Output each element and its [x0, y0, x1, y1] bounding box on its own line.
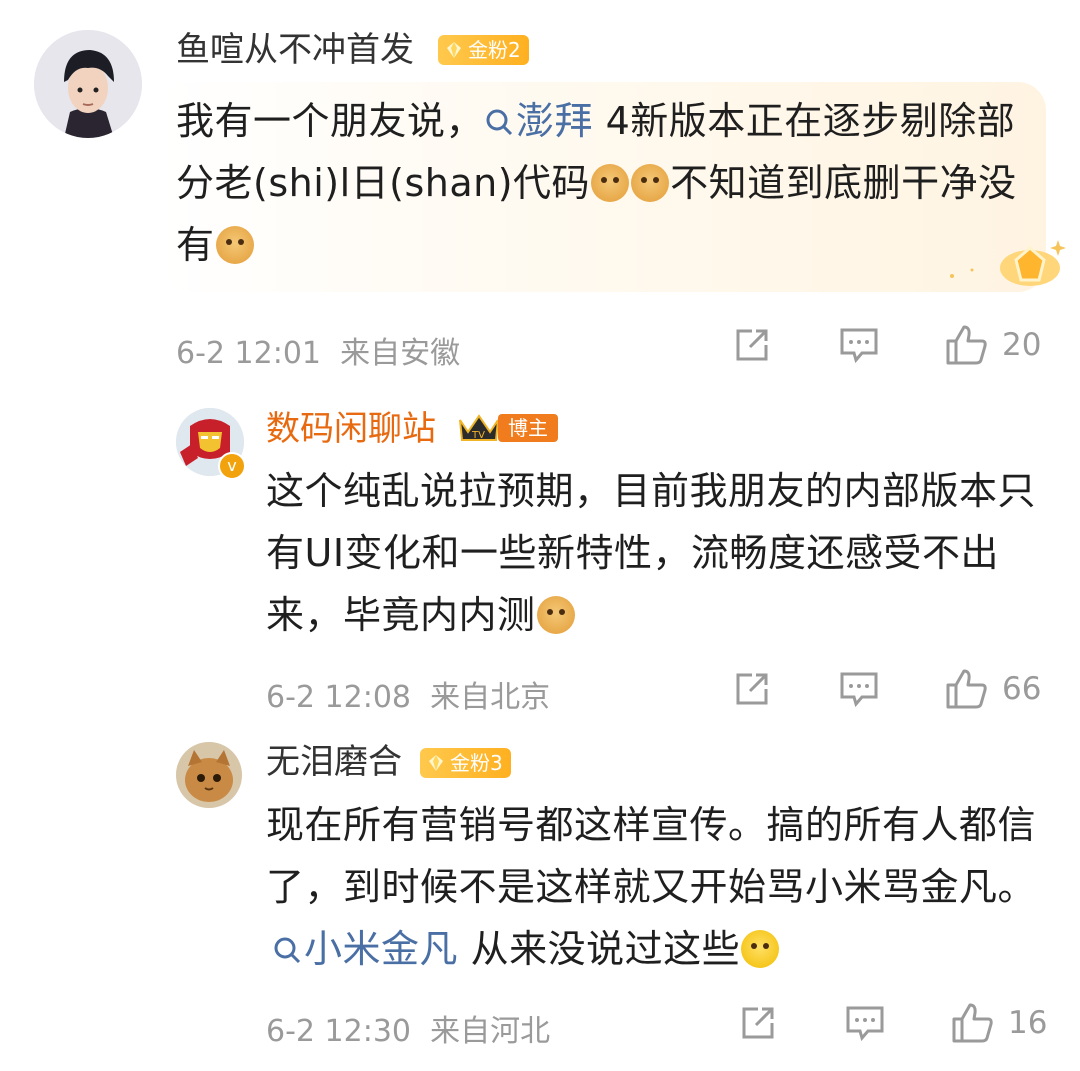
location-text: 来自安徽: [340, 336, 461, 371]
username[interactable]: 数码闲聊站: [266, 409, 436, 449]
timestamp: 6-2 12:01 来自安徽: [176, 328, 460, 372]
comment-text-part: 我有一个朋友说，: [176, 99, 485, 143]
badge-label: 金粉2: [468, 38, 521, 62]
svg-text:TV: TV: [471, 430, 485, 441]
gem-icon: [447, 42, 461, 58]
share-button[interactable]: [738, 1003, 778, 1043]
comment-button[interactable]: [838, 325, 880, 365]
share-button[interactable]: [732, 669, 772, 709]
topic-label: 澎拜: [516, 99, 594, 143]
like-count: 20: [1002, 327, 1042, 363]
comment-button[interactable]: [844, 1003, 886, 1043]
comment-text: 现在所有营销号都这样宣传。搞的所有人都信了，到时候不是这样就又开始骂小米骂金凡。…: [266, 794, 1036, 980]
topic-label: 小米金凡: [304, 927, 459, 971]
thumbs-up-icon: [952, 1003, 993, 1043]
badge-label: 金粉3: [450, 751, 503, 775]
comment-button[interactable]: [838, 669, 880, 709]
like-button[interactable]: 16: [950, 1001, 1047, 1045]
location-text: 来自河北: [430, 1014, 551, 1049]
time-text: 6-2 12:01: [176, 336, 321, 371]
topic-link[interactable]: 小米金凡: [266, 927, 458, 971]
crown-icon: TV: [459, 414, 499, 441]
topic-link[interactable]: 澎拜: [484, 99, 593, 143]
avatar[interactable]: [176, 742, 242, 808]
timestamp: 6-2 12:30 来自河北: [266, 1006, 550, 1050]
comment-text: 这个纯乱说拉预期，目前我朋友的内部版本只有UI变化和一些新特性，流畅度还感受不出…: [266, 460, 1036, 646]
doge-emoji-icon: [631, 164, 670, 202]
fan-badge[interactable]: 金粉3: [420, 748, 511, 778]
username[interactable]: 无泪磨合: [266, 742, 402, 782]
blogger-badge[interactable]: TV 博主: [456, 411, 558, 445]
share-icon: [742, 1007, 774, 1039]
share-icon: [736, 673, 768, 705]
comment-text-part: 从来没说过这些: [458, 927, 741, 971]
like-count: 66: [1002, 671, 1042, 707]
verified-icon: v: [218, 452, 246, 480]
vip-medal-icon: [938, 232, 1068, 292]
thumbs-up-icon: [946, 325, 987, 365]
comment-text: 我有一个朋友说， 澎拜 4新版本正在逐步剔除部分老(shi)l日(shan)代码不…: [176, 90, 1026, 276]
badge-label: 博主: [498, 414, 558, 442]
search-icon: [486, 109, 513, 136]
comment-icon: [846, 1006, 884, 1042]
share-icon: [736, 329, 768, 361]
username[interactable]: 鱼喧从不冲首发: [176, 30, 414, 70]
gem-icon: [429, 755, 443, 771]
doge-emoji-icon: [536, 596, 575, 634]
comment-icon: [840, 672, 878, 708]
thumbs-up-icon: [946, 669, 987, 709]
time-text: 6-2 12:08: [266, 680, 411, 715]
time-text: 6-2 12:30: [266, 1014, 411, 1049]
comment-text-part: 现在所有营销号都这样宣传。搞的所有人都信了，到时候不是这样就又开始骂小米骂金凡。: [266, 803, 1037, 909]
location-text: 来自北京: [430, 680, 551, 715]
timestamp: 6-2 12:08 来自北京: [266, 672, 550, 716]
laugh-cry-emoji-icon: [741, 930, 780, 968]
fan-badge[interactable]: 金粉2: [438, 35, 529, 65]
like-button[interactable]: 20: [944, 323, 1041, 367]
doge-emoji-icon: [591, 164, 630, 202]
doge-emoji-icon: [215, 226, 254, 264]
like-count: 16: [1008, 1005, 1048, 1041]
avatar[interactable]: [34, 30, 142, 138]
comment-text-part: 这个纯乱说拉预期，目前我朋友的内部版本只有UI变化和一些新特性，流畅度还感受不出…: [266, 469, 1037, 637]
like-button[interactable]: 66: [944, 667, 1041, 711]
search-icon: [274, 937, 301, 964]
comment-icon: [840, 328, 878, 364]
share-button[interactable]: [732, 325, 772, 365]
